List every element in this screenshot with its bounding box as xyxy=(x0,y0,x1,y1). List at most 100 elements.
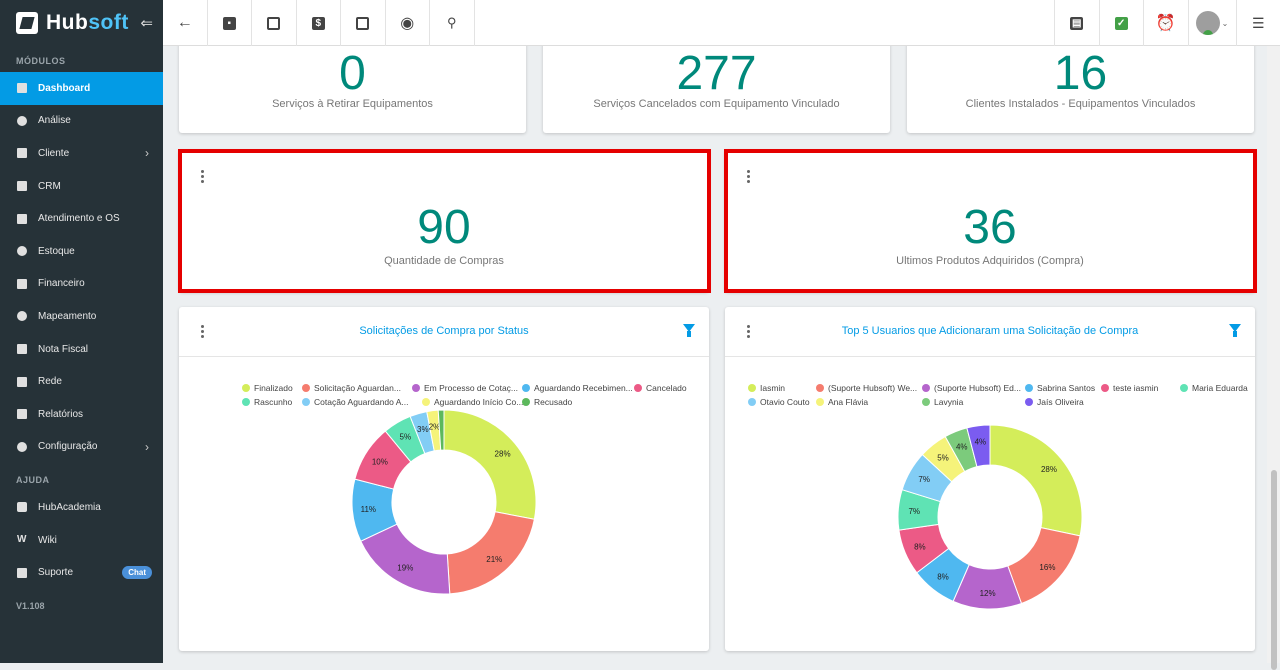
highlight-frame-compras xyxy=(178,149,711,293)
sidebar-item-label: Cliente xyxy=(38,148,69,159)
legend-item[interactable]: Rascunho xyxy=(242,397,292,407)
terminal-button[interactable] xyxy=(341,0,386,46)
donut-slice[interactable] xyxy=(385,416,425,461)
legend-swatch xyxy=(922,398,930,406)
legend-item[interactable]: teste iasmin xyxy=(1101,383,1158,393)
report-icon xyxy=(17,409,27,419)
sidebar-item-financeiro[interactable]: Financeiro xyxy=(0,268,163,301)
donut-slice[interactable] xyxy=(967,425,990,467)
sidebar-item-configuracao[interactable]: Configuração› xyxy=(0,431,163,464)
sidebar-item-analise[interactable]: Análise xyxy=(0,105,163,138)
donut-slice[interactable] xyxy=(922,437,964,482)
sidebar-item-label: CRM xyxy=(38,181,61,192)
sidebar-item-label: Suporte xyxy=(38,567,73,578)
view-button[interactable]: ◉ xyxy=(386,0,431,46)
pdf-button[interactable]: ▤ xyxy=(1054,0,1099,46)
slice-label: 7% xyxy=(918,475,930,484)
legend-item[interactable]: (Suporte Hubsoft) Ed... xyxy=(922,383,1021,393)
donut-slice[interactable] xyxy=(444,410,536,519)
sidebar-item-label: Atendimento e OS xyxy=(38,213,120,224)
calendar-clock-icon xyxy=(17,214,27,224)
sidebar-item-rede[interactable]: Rede xyxy=(0,365,163,398)
contacts-button[interactable]: ▪ xyxy=(208,0,253,46)
donut-slice[interactable] xyxy=(902,455,952,502)
collapse-sidebar-icon[interactable]: ⇐ xyxy=(140,14,153,32)
legend-item[interactable]: Cotação Aguardando A... xyxy=(302,397,409,407)
sidebar-item-cliente[interactable]: Cliente› xyxy=(0,137,163,170)
sidebar-item-label: Wiki xyxy=(38,535,57,546)
legend-item[interactable]: Maria Eduarda xyxy=(1180,383,1248,393)
back-button[interactable]: ← xyxy=(163,0,208,46)
legend-label: Jaís Oliveira xyxy=(1037,397,1084,407)
calendar-clock-icon xyxy=(267,17,280,30)
slice-label: 5% xyxy=(400,433,412,442)
legend-item[interactable]: Jaís Oliveira xyxy=(1025,397,1084,407)
donut-slice[interactable] xyxy=(990,425,1082,536)
legend-item[interactable]: Aguardando Início Co... xyxy=(422,397,523,407)
sidebar-item-dashboard[interactable]: Dashboard xyxy=(0,72,163,105)
donut-slice[interactable] xyxy=(410,412,434,454)
legend-item[interactable]: Sabrina Santos xyxy=(1025,383,1095,393)
donut-slice[interactable] xyxy=(355,431,411,489)
dollar-icon: $ xyxy=(312,17,325,30)
youtube-icon xyxy=(17,502,27,512)
stat-card-servicos-retirar: 0 Serviços à Retirar Equipamentos xyxy=(179,46,526,133)
donut-slice[interactable] xyxy=(1008,528,1080,604)
scrollbar-thumb[interactable] xyxy=(1271,470,1277,670)
donut-slice[interactable] xyxy=(945,428,977,472)
sidebar-item-hubacademia[interactable]: HubAcademia xyxy=(0,491,163,524)
sidebar-item-suporte[interactable]: Suporte Chat xyxy=(0,556,163,589)
sidebar-item-crm[interactable]: CRM xyxy=(0,170,163,203)
donut-slice[interactable] xyxy=(438,410,444,450)
donut-slice[interactable] xyxy=(352,479,397,541)
sidebar-item-wiki[interactable]: W Wiki xyxy=(0,524,163,557)
donut-slice[interactable] xyxy=(898,490,940,530)
legend-item[interactable]: Solicitação Aguardan... xyxy=(302,383,401,393)
messages-button[interactable]: ✓ xyxy=(1099,0,1144,46)
donut-chart-usuarios: 28%16%12%8%8%7%7%5%4%4% xyxy=(725,307,1255,651)
stat-card-clientes-instalados: 16 Clientes Instalados - Equipamentos Vi… xyxy=(907,46,1254,133)
nav-list: Dashboard Análise Cliente› CRM Atendimen… xyxy=(0,72,163,463)
filter-icon[interactable] xyxy=(683,324,695,332)
sidebar-item-label: Nota Fiscal xyxy=(38,344,88,355)
legend-label: teste iasmin xyxy=(1113,383,1158,393)
legend-swatch xyxy=(634,384,642,392)
search-button[interactable]: ⚲ xyxy=(430,0,475,46)
chat-badge[interactable]: Chat xyxy=(122,566,152,579)
legend-item[interactable]: Lavynia xyxy=(922,397,963,407)
legend-item[interactable]: Otavio Couto xyxy=(748,397,810,407)
dashboard-icon xyxy=(17,83,27,93)
donut-slice[interactable] xyxy=(953,565,1021,609)
donut-slice[interactable] xyxy=(361,524,450,594)
legend-item[interactable]: Em Processo de Cotaç... xyxy=(412,383,518,393)
legend-item[interactable]: Ana Flávia xyxy=(816,397,868,407)
sidebar-item-estoque[interactable]: Estoque xyxy=(0,235,163,268)
slice-label: 11% xyxy=(361,505,376,514)
donut-slice[interactable] xyxy=(899,524,949,572)
donut-slice[interactable] xyxy=(427,410,441,451)
legend-item[interactable]: Cancelado xyxy=(634,383,687,393)
sidebar-item-relatorios[interactable]: Relatórios xyxy=(0,398,163,431)
legend-item[interactable]: Recusado xyxy=(522,397,572,407)
alarm-button[interactable]: ⏰ xyxy=(1143,0,1188,46)
network-icon xyxy=(17,377,27,387)
donut-slice[interactable] xyxy=(917,548,969,601)
legend-swatch xyxy=(1025,398,1033,406)
wikipedia-icon: W xyxy=(17,535,27,545)
donut-slice[interactable] xyxy=(447,512,534,594)
legend-item[interactable]: Finalizado xyxy=(242,383,293,393)
user-menu-button[interactable]: ⌄ xyxy=(1188,0,1236,46)
financial-button[interactable]: $ xyxy=(297,0,342,46)
schedule-button[interactable] xyxy=(252,0,297,46)
menu-button[interactable]: ☰ xyxy=(1236,0,1280,46)
page-scrollbar[interactable] xyxy=(1267,46,1280,663)
filter-icon[interactable] xyxy=(1229,324,1241,332)
sidebar-item-atendimento[interactable]: Atendimento e OS xyxy=(0,202,163,235)
sidebar-item-nota-fiscal[interactable]: Nota Fiscal xyxy=(0,333,163,366)
legend-item[interactable]: (Suporte Hubsoft) We... xyxy=(816,383,917,393)
legend-item[interactable]: Aguardando Recebimen... xyxy=(522,383,633,393)
legend-item[interactable]: Iasmin xyxy=(748,383,785,393)
sidebar-item-mapeamento[interactable]: Mapeamento xyxy=(0,300,163,333)
slice-label: 10% xyxy=(372,457,388,466)
brand-name: Hubsoft xyxy=(46,11,129,35)
